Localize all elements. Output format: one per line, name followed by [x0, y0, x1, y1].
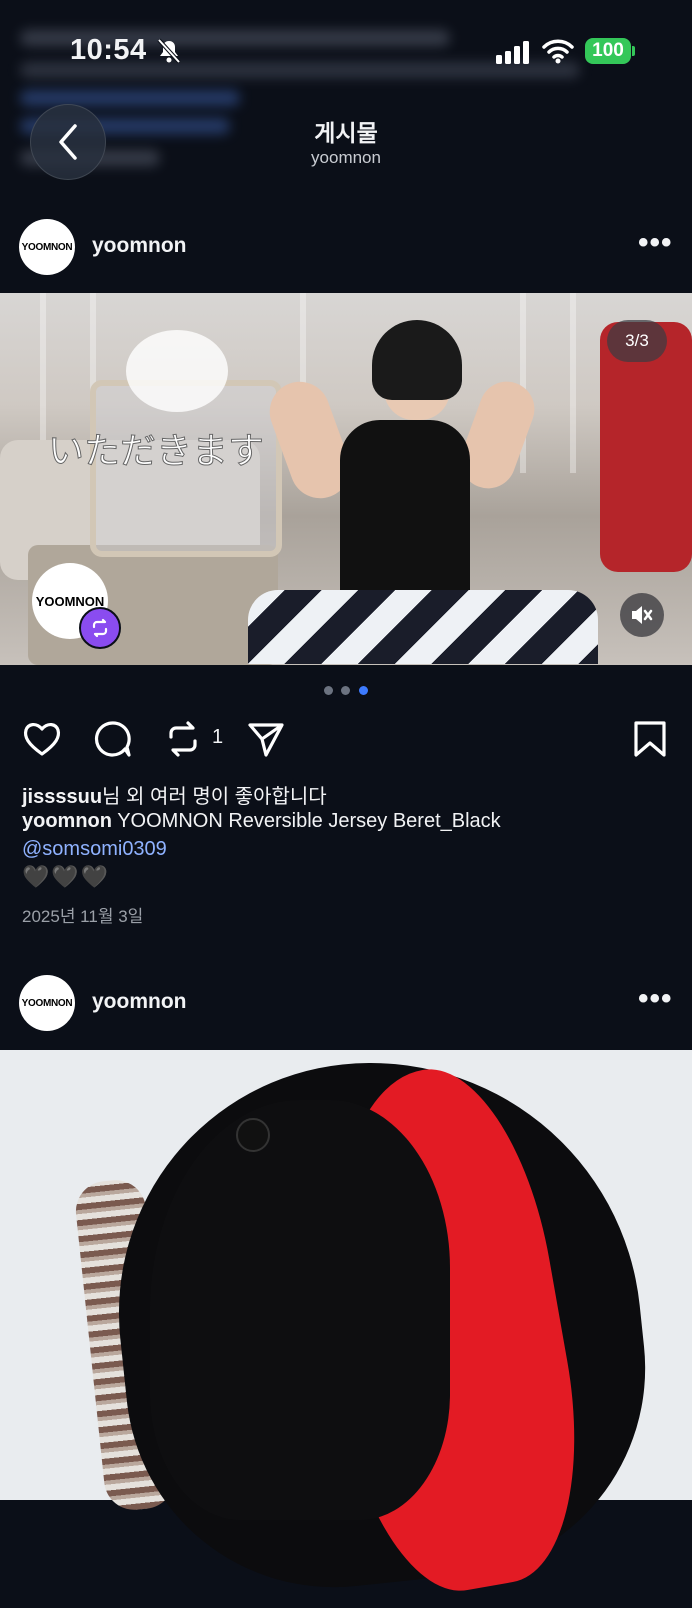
bookmark-icon[interactable]	[630, 719, 670, 759]
bell-slash-icon	[157, 38, 181, 64]
likes-line[interactable]: jissssuu님 외 여러 명이 좋아합니다	[22, 780, 327, 809]
more-icon[interactable]: •••	[638, 982, 673, 1016]
avatar-text: YOOMNON	[21, 997, 73, 1009]
battery-tip	[632, 46, 635, 56]
status-time: 10:54	[70, 34, 147, 66]
page-title: 게시물	[314, 120, 378, 146]
repost-badge	[79, 607, 121, 649]
pagination-dot-active	[359, 686, 368, 695]
wifi-icon	[542, 39, 574, 64]
comment-icon[interactable]	[93, 719, 133, 759]
page-subtitle: yoomnon	[311, 148, 381, 167]
avatar[interactable]: YOOMNON	[19, 975, 75, 1031]
pagination-dot	[324, 686, 333, 695]
post-date: 2025년 11월 3일	[22, 907, 144, 926]
more-icon[interactable]: •••	[638, 226, 673, 260]
repost-avatar-text: YOOMNON	[35, 593, 105, 609]
pagination-dot	[341, 686, 350, 695]
person	[340, 420, 470, 610]
repost-badge-icon	[92, 618, 108, 638]
media-counter: 3/3	[607, 320, 667, 362]
battery-indicator: 100	[585, 38, 631, 64]
hand-fan	[126, 330, 228, 412]
avatar[interactable]: YOOMNON	[19, 219, 75, 275]
caption-text: YOOMNON Reversible Jersey Beret_Black	[117, 810, 501, 832]
beret-button	[236, 1118, 270, 1152]
caption-user[interactable]: yoomnon	[22, 810, 112, 832]
repost-count: 1	[212, 726, 224, 748]
black-beret	[372, 320, 462, 400]
striped-pants	[248, 590, 598, 664]
beret-black-panel	[150, 1100, 450, 1520]
heart-icon[interactable]	[22, 719, 62, 759]
repost-icon[interactable]	[163, 719, 203, 759]
likes-user[interactable]: jissssuu	[22, 786, 102, 808]
post-username[interactable]: yoomnon	[92, 990, 187, 1014]
media-overlay-text: いただきます	[47, 431, 265, 473]
caption: yoomnon YOOMNON Reversible Jersey Beret_…	[22, 810, 501, 833]
black-hearts: 🖤🖤🖤	[22, 864, 111, 889]
signal-icon	[496, 41, 529, 64]
post-username[interactable]: yoomnon	[92, 234, 187, 258]
share-icon[interactable]	[246, 719, 286, 759]
mute-button[interactable]	[620, 593, 664, 637]
avatar-text: YOOMNON	[21, 241, 73, 253]
mute-icon	[632, 606, 653, 624]
mention-link[interactable]: @somsomi0309	[22, 838, 167, 861]
likes-rest: 님 외 여러 명이 좋아합니다	[102, 786, 327, 808]
